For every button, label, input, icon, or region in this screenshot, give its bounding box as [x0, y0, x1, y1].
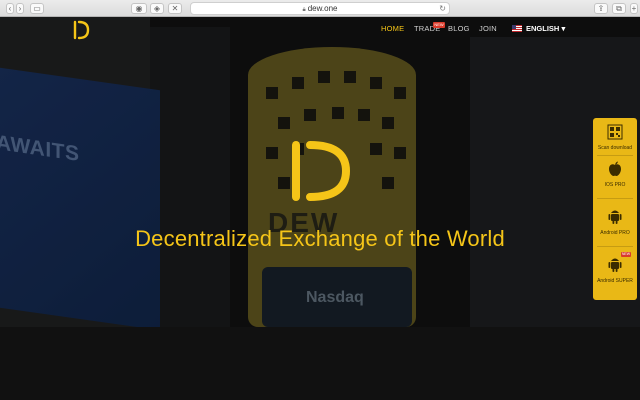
- caret-down-icon: ▾: [561, 24, 566, 33]
- reload-icon[interactable]: ↻: [439, 3, 446, 14]
- hero-tagline: Decentralized Exchange of the World: [135, 226, 505, 251]
- android-icon: [608, 210, 622, 224]
- ios-download[interactable]: IOS PRO: [593, 161, 637, 188]
- url-text: dew.one: [307, 4, 338, 13]
- new-tab-button[interactable]: +: [630, 3, 638, 14]
- scan-label: Scan download: [597, 145, 633, 151]
- android-super-label: Android SUPER: [597, 278, 633, 284]
- scan-download[interactable]: Scan download: [593, 124, 637, 151]
- android-pro-download[interactable]: Android PRO: [593, 207, 637, 236]
- tools-icon[interactable]: ✕: [168, 3, 182, 14]
- dew-hero-logo-icon: [292, 141, 351, 201]
- ios-label: IOS PRO: [604, 182, 626, 188]
- android-super-download[interactable]: NEW Android SUPER: [593, 252, 637, 284]
- download-panel: Scan download IOS PRO Android PRO NEW An…: [593, 118, 637, 300]
- browser-toolbar: ‹ › ▭ ◉ ◈ ✕ 🔒︎ dew.one ↻ ⇪ ⧉ +: [0, 0, 640, 17]
- divider: [597, 198, 633, 199]
- divider: [597, 246, 633, 247]
- tabs-icon[interactable]: ⧉: [612, 3, 626, 14]
- language-label: ENGLISH: [526, 24, 560, 33]
- android-super-new-badge: NEW: [621, 252, 631, 257]
- lock-icon: 🔒︎: [302, 7, 306, 13]
- divider: [597, 155, 633, 156]
- nav-blog[interactable]: BLOG: [448, 24, 470, 33]
- back-button[interactable]: ‹: [6, 3, 14, 14]
- android-pro-label: Android PRO: [600, 230, 630, 236]
- dark-overlay: [0, 17, 640, 400]
- sidebar-icon[interactable]: ▭: [30, 3, 44, 14]
- trade-new-badge: NEW: [433, 22, 445, 28]
- forward-button[interactable]: ›: [16, 3, 24, 14]
- us-flag-icon: [512, 25, 522, 32]
- shield-icon[interactable]: ◉: [131, 3, 147, 14]
- hero-section: AWAITS DEW Nasdaq: [0, 17, 640, 400]
- nav-home[interactable]: HOME: [381, 24, 404, 33]
- nav-join[interactable]: JOIN: [479, 24, 497, 33]
- extension-icon[interactable]: ◈: [150, 3, 164, 14]
- android-icon: [608, 258, 622, 272]
- address-bar[interactable]: 🔒︎ dew.one ↻: [190, 2, 450, 15]
- apple-icon: [609, 161, 621, 176]
- main-nav: HOME TRADE NEW BLOG JOIN ENGLISH ▾: [0, 22, 640, 36]
- language-selector[interactable]: ENGLISH ▾: [526, 24, 565, 33]
- share-icon[interactable]: ⇪: [594, 3, 608, 14]
- qr-code-icon: [607, 124, 623, 140]
